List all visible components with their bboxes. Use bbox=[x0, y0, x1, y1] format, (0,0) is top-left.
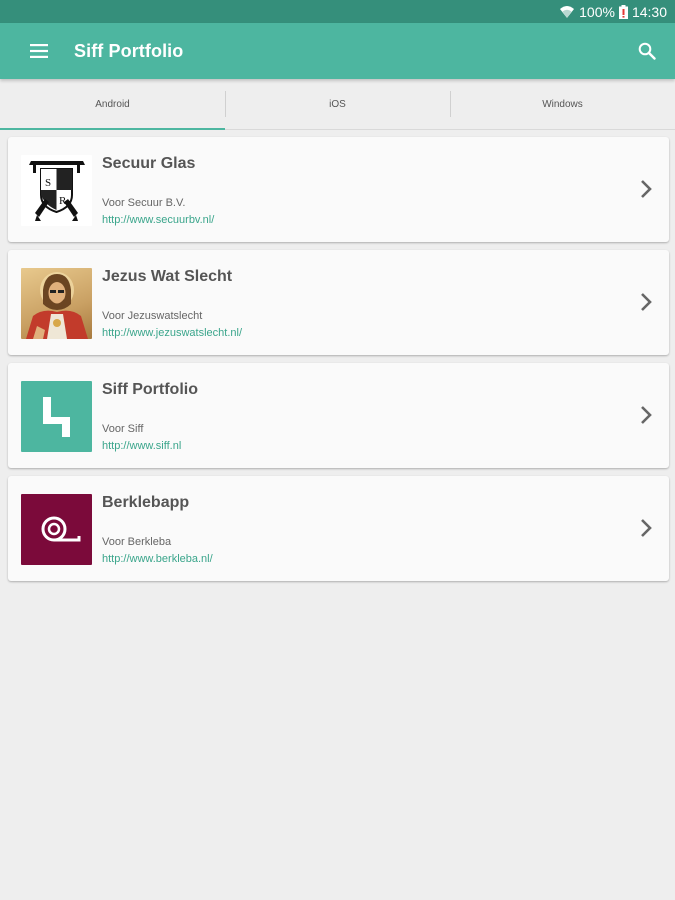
chevron-right-icon[interactable] bbox=[637, 517, 655, 539]
item-title: Secuur Glas bbox=[102, 155, 196, 172]
list-item[interactable]: S R Secuur Glas Voor Secuur B.V. http://… bbox=[8, 137, 669, 242]
item-title: Siff Portfolio bbox=[102, 381, 198, 398]
item-subtitle: Voor Siff bbox=[102, 423, 144, 435]
battery-level: 100% bbox=[579, 3, 615, 20]
status-bar: 100% 14:30 bbox=[0, 0, 675, 23]
platform-tabs: Android iOS Windows bbox=[0, 79, 675, 130]
tab-label: Windows bbox=[542, 98, 583, 110]
tab-label: Android bbox=[95, 98, 130, 110]
item-title: Jezus Wat Slecht bbox=[102, 268, 233, 285]
page-title: Siff Portfolio bbox=[74, 40, 184, 61]
jesus-image bbox=[21, 268, 92, 339]
wifi-icon bbox=[559, 5, 575, 19]
list-item[interactable]: Berklebapp Voor Berkleba http://www.berk… bbox=[8, 476, 669, 581]
chevron-right-icon[interactable] bbox=[637, 178, 655, 200]
list-item[interactable]: Siff Portfolio Voor Siff http://www.siff… bbox=[8, 363, 669, 468]
tab-android[interactable]: Android bbox=[0, 79, 225, 130]
item-link[interactable]: http://www.siff.nl bbox=[102, 440, 181, 452]
battery-icon bbox=[618, 4, 628, 19]
chevron-right-icon[interactable] bbox=[637, 404, 655, 426]
item-subtitle: Voor Berkleba bbox=[102, 536, 172, 548]
tab-windows[interactable]: Windows bbox=[450, 79, 675, 129]
secuur-logo: S R bbox=[21, 155, 92, 226]
item-title: Berklebapp bbox=[102, 494, 190, 511]
berkleba-logo bbox=[21, 494, 92, 565]
app-bar: Siff Portfolio bbox=[0, 23, 675, 79]
clock: 14:30 bbox=[631, 3, 667, 20]
svg-text:S: S bbox=[45, 177, 51, 189]
item-subtitle: Voor Jezuswatslecht bbox=[102, 310, 203, 322]
portfolio-list: S R Secuur Glas Voor Secuur B.V. http://… bbox=[8, 137, 669, 589]
menu-icon[interactable] bbox=[28, 40, 50, 62]
item-link[interactable]: http://www.berkleba.nl/ bbox=[102, 553, 213, 565]
chevron-right-icon[interactable] bbox=[637, 291, 655, 313]
item-subtitle: Voor Secuur B.V. bbox=[102, 197, 186, 209]
tab-label: iOS bbox=[329, 98, 346, 110]
tab-ios[interactable]: iOS bbox=[225, 79, 450, 129]
item-link[interactable]: http://www.secuurbv.nl/ bbox=[102, 214, 214, 226]
item-link[interactable]: http://www.jezuswatslecht.nl/ bbox=[102, 327, 242, 339]
list-item[interactable]: Jezus Wat Slecht Voor Jezuswatslecht htt… bbox=[8, 250, 669, 355]
siff-logo bbox=[21, 381, 92, 452]
search-icon[interactable] bbox=[635, 39, 659, 63]
